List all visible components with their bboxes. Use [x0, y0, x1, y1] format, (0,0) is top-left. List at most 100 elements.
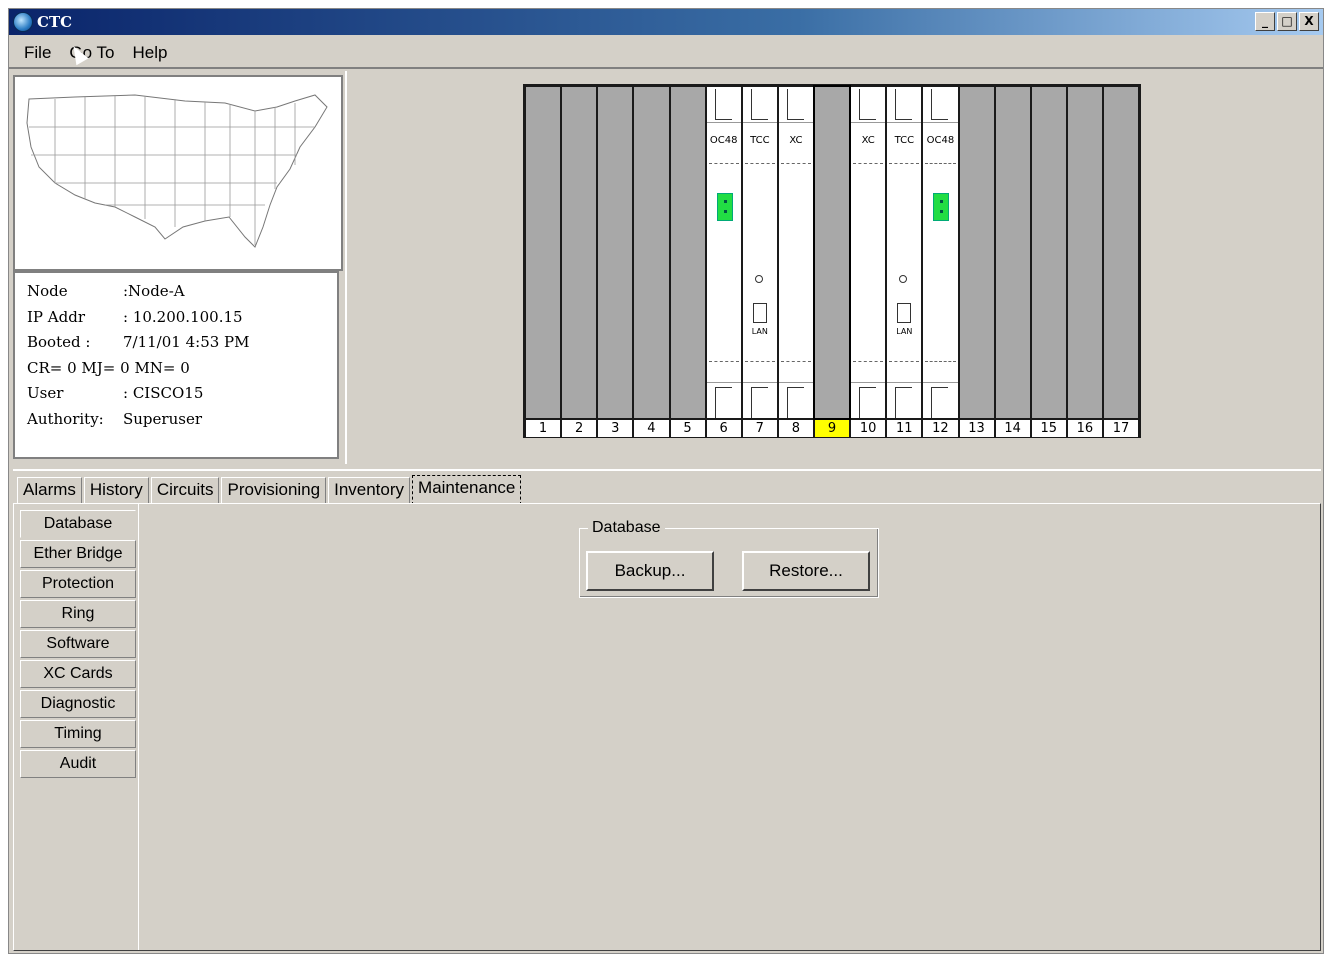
- maintenance-subtabs: Database Ether Bridge Protection Ring So…: [20, 510, 140, 780]
- lan-port-icon: [897, 303, 912, 323]
- card-label: XC: [789, 135, 803, 146]
- lan-port-icon: [752, 303, 767, 323]
- card-divider: [925, 163, 956, 164]
- slot-number-8[interactable]: 8: [778, 420, 813, 437]
- title-bar[interactable]: CTC _ □ X: [9, 9, 1323, 35]
- restore-button[interactable]: Restore...: [742, 551, 870, 591]
- window-title: CTC: [37, 13, 73, 31]
- slot-number-7[interactable]: 7: [742, 420, 777, 437]
- info-row-ip: IP Addr : 10.200.100.15: [27, 307, 243, 326]
- info-row-booted: Booted : 7/11/01 4:53 PM: [27, 333, 250, 351]
- main-tab-bar: Alarms History Circuits Provisioning Inv…: [13, 469, 1321, 505]
- shelf-slots: OC48 TCC LAN XC XC TCC LAN OC48: [526, 85, 1139, 420]
- card-latch-top: [923, 87, 958, 123]
- card-label: OC48: [926, 135, 955, 146]
- card-divider: [889, 361, 920, 362]
- minimize-button[interactable]: _: [1255, 12, 1275, 31]
- card-latch-bottom: [887, 382, 922, 418]
- shelf-slot-1[interactable]: [526, 87, 561, 418]
- info-row-user: User : CISCO15: [27, 384, 204, 402]
- info-row-authority: Authority: Superuser: [27, 409, 202, 428]
- slot-number-17[interactable]: 17: [1104, 420, 1139, 437]
- card-latch-top: [851, 87, 886, 123]
- close-button[interactable]: X: [1299, 12, 1319, 31]
- shelf-slot-10[interactable]: XC: [851, 87, 886, 418]
- card-latch-bottom: [923, 382, 958, 418]
- tab-provisioning[interactable]: Provisioning: [221, 477, 327, 505]
- shelf-slot-8[interactable]: XC: [778, 87, 813, 418]
- network-map[interactable]: [13, 75, 343, 271]
- craft-port-icon: [754, 275, 763, 283]
- slot-number-15[interactable]: 15: [1031, 420, 1066, 437]
- card-divider: [889, 163, 920, 164]
- info-row-node: Node :Node-A: [27, 282, 185, 300]
- subtab-ring[interactable]: Ring: [20, 600, 136, 628]
- slot-number-12[interactable]: 12: [923, 420, 958, 437]
- shelf-slot-4[interactable]: [634, 87, 669, 418]
- subtab-diagnostic[interactable]: Diagnostic: [20, 690, 136, 718]
- backup-button[interactable]: Backup...: [586, 551, 714, 591]
- tab-history[interactable]: History: [83, 477, 149, 505]
- subtab-database[interactable]: Database: [20, 510, 136, 538]
- lan-port-label: LAN: [896, 327, 913, 336]
- card-divider: [780, 361, 811, 362]
- shelf-slot-6[interactable]: OC48: [706, 87, 741, 418]
- shelf-graphic[interactable]: OC48 TCC LAN XC XC TCC LAN OC48 1 2 3 4 5 6 7 8 9 10 11 12…: [523, 84, 1141, 438]
- shelf-slot-12[interactable]: OC48: [923, 87, 958, 418]
- slot-numbers: 1 2 3 4 5 6 7 8 9 10 11 12 13 14 15 16 17: [526, 420, 1139, 437]
- tab-alarms[interactable]: Alarms: [17, 477, 82, 505]
- node-info-panel: Node :Node-A IP Addr : 10.200.100.15 Boo…: [13, 271, 339, 459]
- shelf-slot-11[interactable]: TCC LAN: [887, 87, 922, 418]
- shelf-slot-17[interactable]: [1104, 87, 1139, 418]
- card-label: TCC: [894, 135, 915, 146]
- card-latch-top: [742, 87, 777, 123]
- subtab-ether-bridge[interactable]: Ether Bridge: [20, 540, 136, 568]
- slot-number-16[interactable]: 16: [1067, 420, 1102, 437]
- us-map-icon: [26, 94, 328, 248]
- subtab-xc-cards[interactable]: XC Cards: [20, 660, 136, 688]
- menu-file[interactable]: File: [15, 37, 60, 67]
- slot-number-9[interactable]: 9: [815, 420, 850, 437]
- subtab-audit[interactable]: Audit: [20, 750, 136, 778]
- card-latch-top: [778, 87, 813, 123]
- menu-help[interactable]: Help: [123, 37, 176, 67]
- card-label: TCC: [750, 135, 770, 146]
- shelf-slot-15[interactable]: [1031, 87, 1066, 418]
- slot-number-3[interactable]: 3: [598, 420, 633, 437]
- slot-number-4[interactable]: 4: [634, 420, 669, 437]
- card-latch-top: [887, 87, 922, 123]
- card-latch-bottom: [778, 382, 813, 418]
- subtab-software[interactable]: Software: [20, 630, 136, 658]
- shelf-slot-13[interactable]: [959, 87, 994, 418]
- subtab-timing[interactable]: Timing: [20, 720, 136, 748]
- port-status-led-icon: [716, 193, 733, 221]
- slot-number-14[interactable]: 14: [995, 420, 1030, 437]
- card-label: XC: [861, 135, 875, 146]
- tab-maintenance[interactable]: Maintenance: [412, 475, 522, 505]
- shelf-slot-3[interactable]: [598, 87, 633, 418]
- tab-inventory[interactable]: Inventory: [328, 477, 411, 505]
- database-group-title: Database: [588, 519, 665, 537]
- slot-number-6[interactable]: 6: [706, 420, 741, 437]
- shelf-slot-7[interactable]: TCC LAN: [742, 87, 777, 418]
- tab-circuits[interactable]: Circuits: [150, 477, 220, 505]
- subtab-protection[interactable]: Protection: [20, 570, 136, 598]
- slot-number-10[interactable]: 10: [851, 420, 886, 437]
- shelf-slot-2[interactable]: [562, 87, 597, 418]
- card-latch-top: [706, 87, 741, 123]
- slot-number-5[interactable]: 5: [670, 420, 705, 437]
- slot-number-13[interactable]: 13: [959, 420, 994, 437]
- shelf-slot-16[interactable]: [1067, 87, 1102, 418]
- slot-number-2[interactable]: 2: [562, 420, 597, 437]
- slot-number-1[interactable]: 1: [526, 420, 561, 437]
- card-label: OC48: [709, 135, 738, 146]
- slot-number-11[interactable]: 11: [887, 420, 922, 437]
- shelf-slot-9[interactable]: [812, 85, 852, 420]
- maximize-button[interactable]: □: [1277, 12, 1297, 31]
- lan-port-label: LAN: [751, 327, 768, 336]
- card-divider: [708, 163, 739, 164]
- card-latch-bottom: [742, 382, 777, 418]
- shelf-slot-14[interactable]: [995, 87, 1030, 418]
- shelf-slot-5[interactable]: [670, 87, 705, 418]
- card-divider: [744, 361, 775, 362]
